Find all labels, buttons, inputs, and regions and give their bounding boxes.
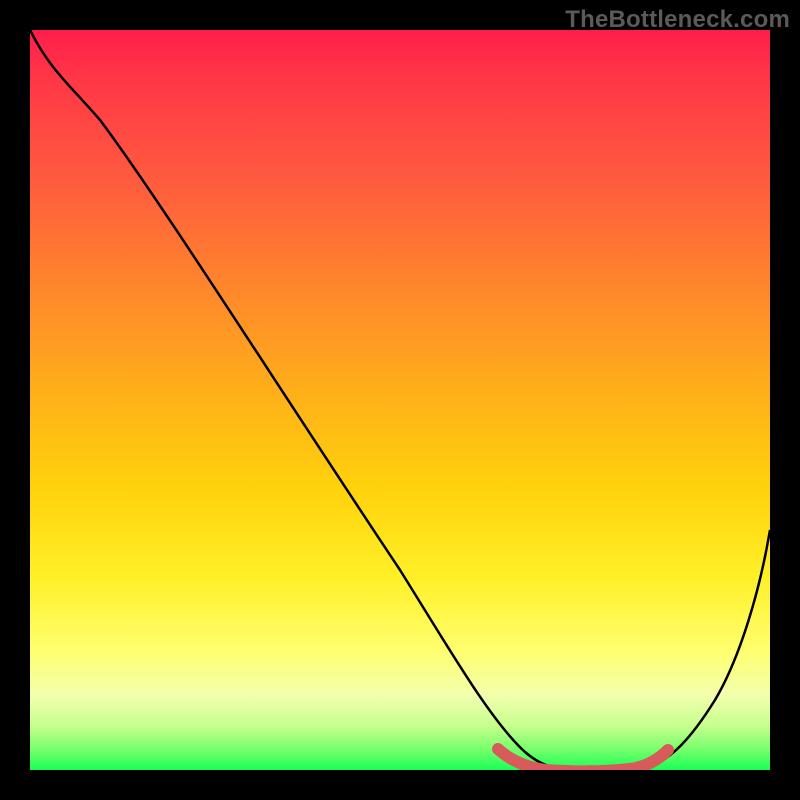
watermark-text: TheBottleneck.com xyxy=(565,6,790,34)
plot-area xyxy=(30,30,770,770)
bottleneck-curve-path xyxy=(30,30,770,770)
zone-dot xyxy=(498,747,508,757)
curve-overlay xyxy=(30,30,770,770)
zone-dot xyxy=(658,748,670,760)
chart-canvas: TheBottleneck.com xyxy=(0,0,800,800)
